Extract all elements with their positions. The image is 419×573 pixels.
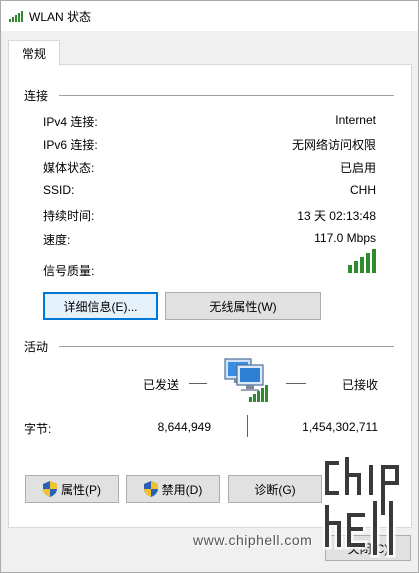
watermark-text: www.chiphell.com — [193, 532, 313, 548]
diagnose-button[interactable]: 诊断(G) — [228, 475, 322, 503]
tab-general[interactable]: 常规 — [8, 40, 60, 66]
chiphell-logo — [322, 454, 402, 558]
speed-label: 速度: — [43, 233, 71, 247]
bytes-received-value: 1,454,302,711 — [302, 420, 378, 434]
properties-button[interactable]: 属性(P) — [25, 475, 119, 503]
signal-bar-2 — [354, 261, 358, 273]
uac-shield-icon — [143, 481, 158, 497]
ipv6-value: 无网络访问权限 — [291, 138, 376, 152]
media-state-label: 媒体状态: — [43, 161, 95, 175]
disable-button[interactable]: 禁用(D) — [126, 475, 220, 503]
speed-value: 117.0 Mbps — [314, 231, 376, 245]
sent-label: 已发送 — [143, 378, 180, 392]
signal-quality-label: 信号质量: — [43, 264, 95, 278]
duration-label: 持续时间: — [43, 209, 95, 223]
connection-section-title: 连接 — [24, 89, 49, 103]
sent-line — [189, 383, 207, 384]
received-line — [286, 383, 306, 384]
bytes-label: 字节: — [24, 422, 52, 436]
signal-bar-3 — [360, 257, 364, 273]
ipv4-label: IPv4 连接: — [43, 115, 98, 129]
ipv4-value: Internet — [335, 113, 376, 127]
duration-value: 13 天 02:13:48 — [297, 209, 376, 223]
title-bar[interactable]: WLAN 状态 — [1, 1, 418, 31]
wireless-properties-button[interactable]: 无线属性(W) — [165, 292, 321, 320]
uac-shield-icon — [43, 481, 57, 497]
properties-button-label: 属性(P) — [61, 482, 101, 497]
bytes-divider — [247, 415, 248, 437]
ipv6-label: IPv6 连接: — [43, 138, 98, 152]
activity-section-title: 活动 — [24, 340, 49, 354]
ssid-label: SSID: — [43, 183, 75, 197]
window-title: WLAN 状态 — [29, 10, 92, 24]
signal-bar-4 — [366, 253, 370, 273]
disable-button-label: 禁用(D) — [161, 482, 203, 497]
received-label: 已接收 — [342, 378, 379, 392]
wifi-signal-icon — [9, 11, 23, 22]
ssid-value: CHH — [350, 183, 376, 197]
computer-network-icon — [224, 358, 268, 402]
signal-bar-1 — [348, 265, 352, 273]
tab-strip: 常规 — [1, 31, 418, 66]
signal-bar-5 — [372, 249, 376, 273]
wlan-status-window: WLAN 状态 常规 连接 IPv4 连接: Internet IPv6 连接:… — [0, 0, 419, 573]
signal-strength-icon — [348, 249, 376, 273]
bytes-sent-value: 8,644,949 — [157, 420, 211, 434]
media-state-value: 已启用 — [339, 161, 376, 175]
details-button[interactable]: 详细信息(E)... — [43, 292, 158, 320]
activity-section-divider — [59, 346, 394, 347]
connection-section-divider — [59, 95, 394, 96]
